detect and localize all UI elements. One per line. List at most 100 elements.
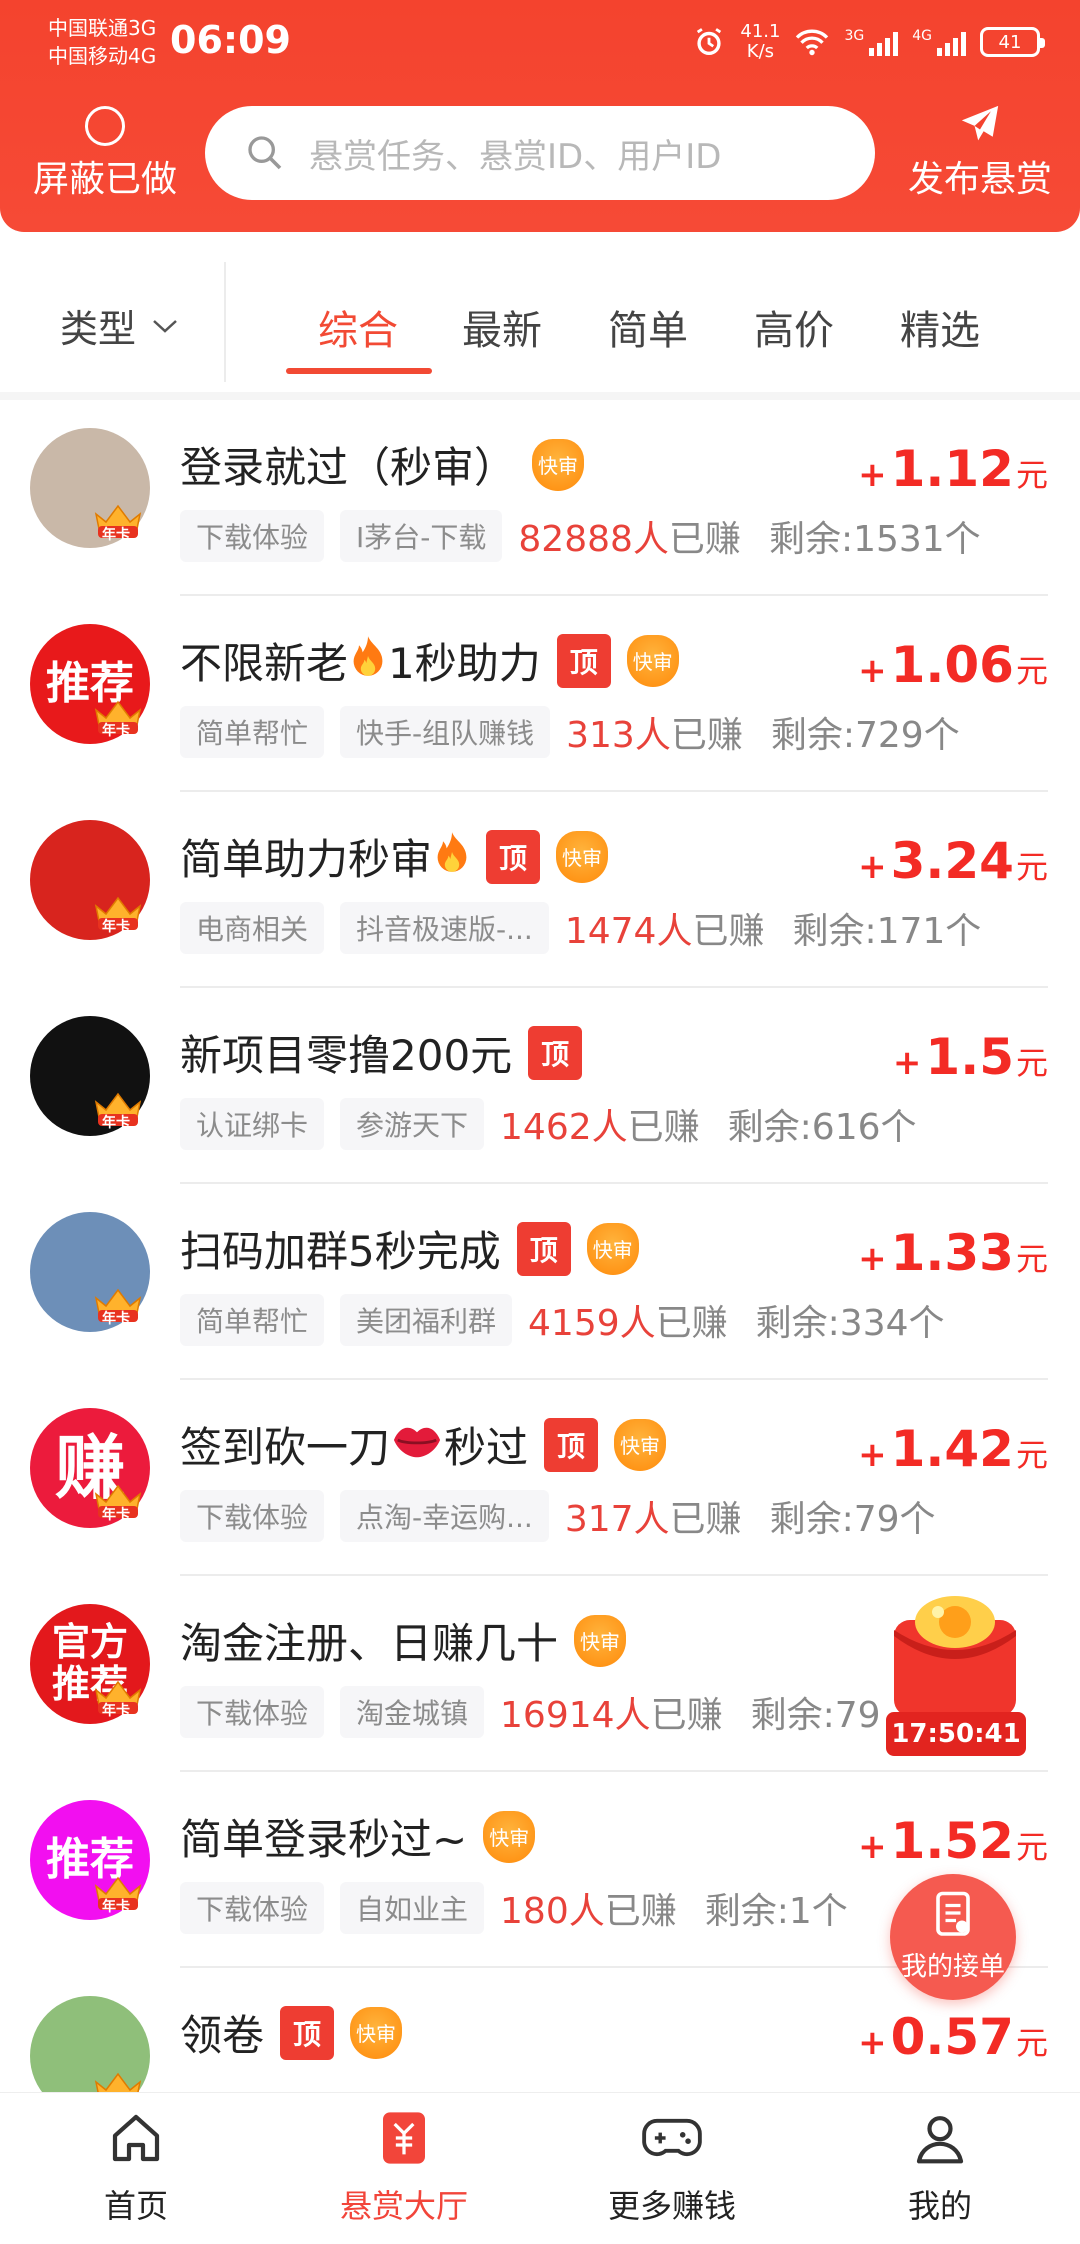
category-tag: 电商相关 <box>180 902 325 954</box>
nav-home[interactable]: 首页 <box>36 2105 236 2227</box>
crown-label: 年卡 <box>102 1115 130 1131</box>
task-row[interactable]: 年卡 扫码加群5秒完成顶快审 +1.33 元简单帮忙 美团福利群 4159人已赚 剩余:33… <box>0 1184 1080 1380</box>
tab-high-price[interactable]: 高价 <box>754 298 834 356</box>
task-meta: 下载体验 自如业主 180人已赚 剩余:1个 <box>180 1882 848 1934</box>
status-bar: 中国联通3G 中国移动4G 06:09 41.1 K/s 3G 4G 41 <box>0 0 1080 96</box>
nav-more-earn[interactable]: 更多赚钱 <box>572 2105 772 2227</box>
my-orders-button[interactable]: 我的接单 <box>890 1874 1016 2000</box>
task-meta: 认证绑卡 参游天下 1462人已赚 剩余:616个 <box>180 1098 917 1150</box>
earned-number: 1474人 <box>564 911 693 952</box>
price-plus: + <box>858 1435 887 1475</box>
price-value: 1.42 <box>890 1420 1014 1478</box>
signal-3g-label: 3G <box>844 28 865 44</box>
task-row[interactable]: 年卡 简单助力秒审 顶快审 +3.24 元电商相关 抖音极速版-... 1474人已赚 剩余:… <box>0 792 1080 988</box>
task-meta: 电商相关 抖音极速版-... 1474人已赚 剩余:171个 <box>180 902 981 954</box>
carrier-info: 中国联通3G 中国移动4G <box>48 14 156 70</box>
price-unit: 元 <box>1015 1240 1048 1278</box>
fire-icon <box>437 831 467 872</box>
top-badge: 顶 <box>544 1417 599 1472</box>
task-title: 简单助力秒审 <box>180 835 433 884</box>
category-tag: 简单帮忙 <box>180 706 325 758</box>
nav-more-earn-label: 更多赚钱 <box>607 2187 736 2225</box>
wifi-icon <box>796 29 829 56</box>
crown-label: 年卡 <box>102 1507 130 1523</box>
tab-comprehensive[interactable]: 综合 <box>318 298 398 356</box>
battery-level: 41 <box>998 31 1022 53</box>
price-value: 1.52 <box>890 1812 1014 1870</box>
tab-simple[interactable]: 简单 <box>608 298 688 356</box>
earned-suffix: 已赚 <box>655 1303 728 1344</box>
task-title: 扫码加群5秒完成 <box>180 1227 501 1276</box>
app-tag: I茅台-下载 <box>340 510 503 562</box>
search-icon <box>248 136 282 170</box>
earned-suffix: 已赚 <box>692 911 765 952</box>
crown-badge: 年卡 <box>88 1088 148 1131</box>
user-icon <box>916 2116 964 2164</box>
top-badge: 顶 <box>556 633 611 688</box>
task-title-suffix: 1秒助力 <box>388 639 541 688</box>
divider <box>224 262 226 382</box>
countdown-timer: 17:50:41 <box>886 1712 1026 1756</box>
nav-reward-hall[interactable]: 悬赏大厅 <box>304 2105 504 2227</box>
price-plus: + <box>858 847 887 887</box>
bottom-nav: 首页 悬赏大厅 更多赚钱 我的 <box>0 2092 1080 2244</box>
type-filter[interactable]: 类型 <box>60 298 180 353</box>
task-price: +1.06 元 <box>858 636 1048 694</box>
task-row[interactable]: 年卡 新项目零撸200元顶 +1.5 元认证绑卡 参游天下 1462人已赚 剩余:616个 <box>0 988 1080 1184</box>
task-row[interactable]: 年卡 登录就过（秒审） 快审 +1.12 元下载体验 I茅台-下载 82888人已赚 剩余:1… <box>0 400 1080 596</box>
fast-review-badge: 快审 <box>532 438 585 491</box>
top-badge: 顶 <box>280 2005 335 2060</box>
earned-number: 180人 <box>500 1891 605 1932</box>
shield-toggle[interactable]: 屏蔽已做 <box>30 106 180 202</box>
radio-circle-icon <box>85 106 125 146</box>
task-row[interactable]: 推荐 年卡 不限新老 1秒助力顶快审 +1.06 元简单帮忙 快手-组队赚钱 313人已赚 剩余… <box>0 596 1080 792</box>
nav-reward-hall-label: 悬赏大厅 <box>339 2187 468 2225</box>
task-title: 领卷 <box>180 2011 265 2060</box>
task-title-line: 扫码加群5秒完成顶快审 <box>180 1218 639 1279</box>
tab-featured[interactable]: 精选 <box>900 298 980 356</box>
task-title-line: 领卷顶快审 <box>180 2002 403 2063</box>
task-title: 不限新老 <box>180 639 349 688</box>
fast-review-badge: 快审 <box>614 1418 667 1471</box>
active-tab-indicator <box>286 368 432 374</box>
category-tag: 简单帮忙 <box>180 1294 325 1346</box>
earned-suffix: 已赚 <box>670 715 743 756</box>
earned-count: 4159人已赚 <box>528 1294 728 1346</box>
task-row[interactable]: 赚年卡 签到砍一刀 秒过顶快审 +1.42 元下载体验 点淘-幸运购... 317人已赚 剩余… <box>0 1380 1080 1576</box>
task-title-line: 简单登录秒过~ 快审 <box>180 1806 536 1867</box>
task-title: 淘金注册、日赚几十 <box>180 1619 559 1668</box>
earned-suffix: 已赚 <box>627 1107 700 1148</box>
tab-bar: 类型 综合 最新 简单 高价 精选 <box>0 232 1080 392</box>
fire-emoji <box>434 830 470 884</box>
task-title-line: 登录就过（秒审） 快审 <box>180 434 585 495</box>
task-price: +1.33 元 <box>858 1224 1048 1282</box>
task-title-line: 签到砍一刀 秒过顶快审 <box>180 1414 667 1475</box>
crown-badge: 年卡 <box>88 1676 148 1719</box>
task-price: +1.5 元 <box>893 1028 1048 1086</box>
top-badge: 顶 <box>528 1025 583 1080</box>
search-input[interactable]: 悬赏任务、悬赏ID、用户ID <box>205 106 875 200</box>
price-value: 3.24 <box>890 832 1014 890</box>
earned-count: 82888人已赚 <box>518 510 741 562</box>
price-value: 1.5 <box>925 1028 1014 1086</box>
battery-icon: 41 <box>980 27 1045 57</box>
crown-badge: 年卡 <box>88 892 148 935</box>
fast-review-badge: 快审 <box>483 1810 536 1863</box>
publish-button[interactable]: 发布悬赏 <box>900 104 1060 202</box>
price-plus: + <box>858 1239 887 1279</box>
nav-mine[interactable]: 我的 <box>840 2105 1040 2227</box>
nav-home-label: 首页 <box>103 2187 168 2225</box>
crown-badge: 年卡 <box>88 1480 148 1523</box>
search-placeholder: 悬赏任务、悬赏ID、用户ID <box>309 136 722 177</box>
price-value: 1.33 <box>890 1224 1014 1282</box>
crown-label: 年卡 <box>102 919 130 935</box>
price-unit: 元 <box>1015 456 1048 494</box>
crown-badge: 年卡 <box>88 1872 148 1915</box>
fast-review-badge: 快审 <box>350 2006 403 2059</box>
alarm-icon <box>697 28 722 56</box>
remaining-count: 剩余:79 <box>750 1695 881 1736</box>
gamepad-icon <box>642 2118 702 2157</box>
earned-count: 1462人已赚 <box>500 1098 700 1150</box>
fire-icon <box>353 635 383 676</box>
tab-newest[interactable]: 最新 <box>462 298 542 356</box>
